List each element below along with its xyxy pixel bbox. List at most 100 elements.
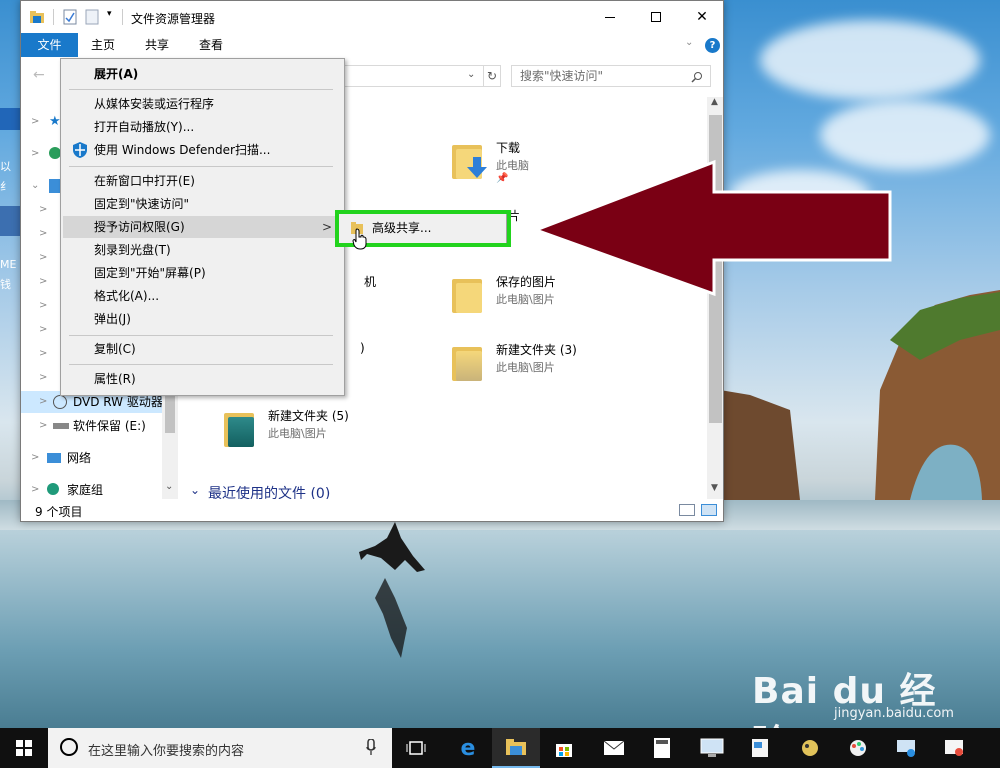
folder-icon — [506, 739, 526, 755]
drive-icon — [53, 423, 69, 429]
refresh-icon: ↻ — [486, 69, 498, 83]
taskbar-search-box[interactable]: 在这里输入你要搜索的内容 — [48, 728, 392, 768]
start-button[interactable] — [0, 728, 48, 768]
desktop-icon-fragment[interactable] — [0, 206, 22, 236]
image-tool-icon — [802, 740, 818, 756]
properties-icon[interactable] — [63, 9, 77, 25]
paint-icon — [850, 740, 866, 756]
folder-icon[interactable] — [452, 343, 488, 383]
rock-formation — [720, 290, 1000, 500]
refresh-button[interactable]: ↻ — [483, 65, 501, 87]
record-app-icon — [945, 740, 963, 756]
shield-icon — [73, 142, 87, 158]
desktop-icon-label: ME — [0, 258, 17, 271]
download-folder-icon[interactable] — [452, 141, 488, 181]
microphone-icon[interactable] — [366, 739, 376, 757]
tab-file[interactable]: 文件 — [21, 33, 78, 57]
pin-icon: 📌 — [496, 173, 509, 184]
taskbar-app[interactable] — [786, 728, 834, 768]
address-bar[interactable] — [341, 65, 483, 87]
large-icons-view-icon[interactable] — [701, 504, 717, 516]
edge-icon: e — [460, 735, 476, 761]
network-app-icon — [897, 740, 915, 757]
menu-item-expand[interactable]: 展开(A) — [63, 63, 342, 85]
item-name[interactable]: 下载 — [496, 139, 520, 156]
nav-item-network[interactable]: > 网络 — [21, 447, 178, 469]
desktop-icon-label: 以 — [0, 160, 11, 173]
nav-item-label: 软件保留 (E:) — [73, 419, 146, 433]
taskbar-store[interactable] — [540, 728, 588, 768]
scroll-down-icon[interactable]: ⌄ — [165, 481, 173, 492]
minimize-button[interactable] — [587, 1, 633, 33]
taskbar-app[interactable] — [688, 728, 736, 768]
menu-item-properties[interactable]: 属性(R) — [63, 368, 342, 390]
maximize-button[interactable] — [633, 1, 679, 33]
folder-icon[interactable] — [224, 409, 260, 449]
item-name[interactable]: 新建文件夹 (5) — [268, 407, 349, 424]
taskbar-mail[interactable] — [590, 728, 638, 768]
menu-item-install-from-media[interactable]: 从媒体安装或运行程序 — [63, 93, 342, 115]
taskbar-file-explorer[interactable] — [492, 728, 540, 768]
menu-item-defender-scan[interactable]: 使用 Windows Defender扫描... — [63, 139, 342, 161]
details-view-icon[interactable] — [679, 504, 695, 516]
taskbar-app[interactable] — [834, 728, 882, 768]
search-input[interactable]: 搜索"快速访问" — [511, 65, 711, 87]
tab-home[interactable]: 主页 — [83, 33, 123, 57]
runner-silhouette — [359, 522, 425, 658]
taskbar: 在这里输入你要搜索的内容 e — [0, 728, 1000, 768]
monitor-icon — [700, 738, 724, 757]
address-dropdown-icon[interactable]: ⌄ — [467, 69, 475, 80]
help-icon[interactable]: ? — [705, 38, 720, 53]
scroll-down-icon[interactable]: ▼ — [711, 483, 718, 493]
desktop-icon-fragment[interactable] — [0, 108, 22, 130]
menu-item-copy[interactable]: 复制(C) — [63, 338, 342, 360]
store-icon — [556, 744, 572, 757]
scroll-up-icon[interactable]: ▲ — [711, 97, 718, 107]
folder-app-icon — [30, 11, 44, 23]
nav-item-software-reserve[interactable]: > 软件保留 (E:) — [21, 415, 178, 437]
taskbar-calculator[interactable] — [638, 728, 686, 768]
menu-item-open-autoplay[interactable]: 打开自动播放(Y)... — [63, 116, 342, 138]
chevron-down-icon[interactable]: ⌄ — [190, 483, 200, 497]
nav-item-homegroup[interactable]: > 家庭组 — [21, 479, 178, 501]
menu-item-pin-start[interactable]: 固定到"开始"屏幕(P) — [63, 262, 342, 284]
menu-separator — [69, 364, 333, 365]
menu-item-pin-quick-access[interactable]: 固定到"快速访问" — [63, 193, 342, 215]
item-name[interactable]: 新建文件夹 (3) — [496, 341, 577, 358]
context-menu[interactable]: 展开(A) 从媒体安装或运行程序 打开自动播放(Y)... 使用 Windows… — [60, 58, 345, 396]
search-icon — [691, 72, 702, 83]
close-button[interactable]: ✕ — [679, 1, 723, 33]
nav-item-label: 家庭组 — [67, 483, 104, 497]
title-bar[interactable]: ▾ 文件资源管理器 ✕ — [21, 1, 723, 33]
menu-item-format[interactable]: 格式化(A)... — [63, 285, 342, 307]
taskbar-app[interactable] — [930, 728, 978, 768]
menu-item-label: 授予访问权限(G) — [94, 220, 185, 234]
menu-item-give-access[interactable]: 授予访问权限(G) > — [63, 216, 342, 238]
menu-separator — [69, 166, 333, 167]
taskbar-app[interactable] — [882, 728, 930, 768]
tab-view[interactable]: 查看 — [191, 33, 231, 57]
customize-toolbar-icon[interactable]: ▾ — [107, 9, 112, 25]
item-path: 此电脑\图片 — [268, 427, 327, 440]
item-count: 9 个项目 — [35, 505, 83, 519]
menu-item-burn-disc[interactable]: 刻录到光盘(T) — [63, 239, 342, 261]
taskbar-app[interactable] — [736, 728, 784, 768]
folder-icon[interactable] — [452, 275, 488, 315]
menu-item-eject[interactable]: 弹出(J) — [63, 308, 342, 330]
back-arrow-icon[interactable]: ← — [33, 67, 45, 83]
calculator-icon — [654, 738, 670, 758]
hand-cursor-icon — [352, 228, 367, 250]
task-view-icon — [406, 741, 426, 755]
ribbon-expand-icon[interactable]: ⌄ — [685, 37, 693, 48]
annotation-arrow — [531, 159, 892, 297]
maximize-icon — [651, 12, 661, 22]
nav-item-label: 网络 — [67, 451, 92, 465]
network-icon — [47, 453, 61, 463]
menu-item-open-new-window[interactable]: 在新窗口中打开(E) — [63, 170, 342, 192]
tab-share[interactable]: 共享 — [137, 33, 177, 57]
new-folder-icon[interactable] — [85, 9, 99, 25]
task-view-button[interactable] — [392, 728, 440, 768]
menu-item-label: 使用 Windows Defender扫描... — [94, 143, 271, 157]
taskbar-edge[interactable]: e — [444, 728, 492, 768]
mail-icon — [603, 740, 625, 755]
